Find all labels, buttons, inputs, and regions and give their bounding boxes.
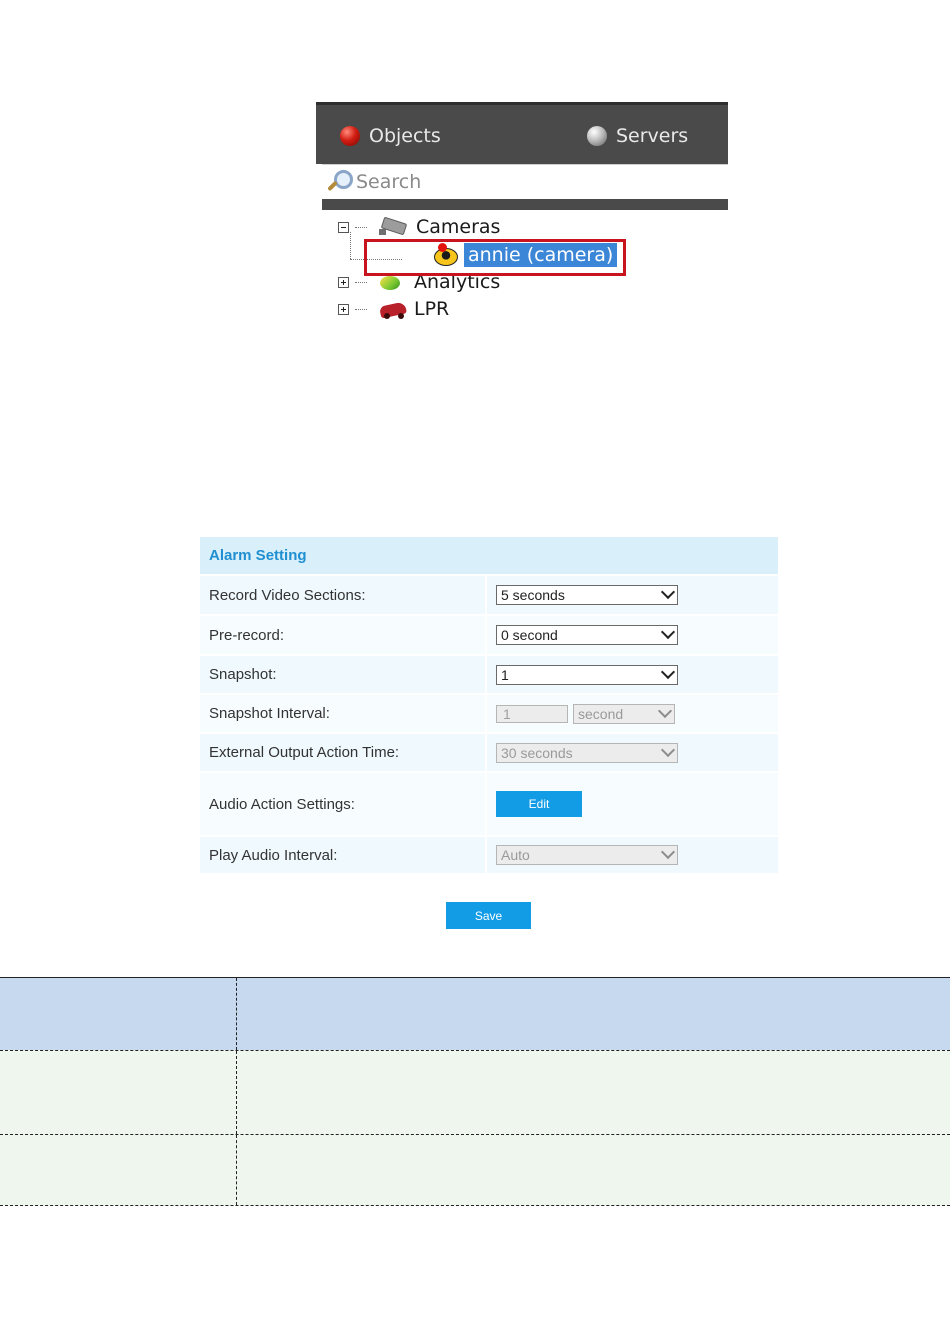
row-audio-action-settings: Audio Action Settings: Edit	[200, 773, 778, 837]
column-divider	[236, 1051, 237, 1134]
record-video-sections-label: Record Video Sections:	[200, 576, 487, 614]
table-header-row	[0, 977, 950, 1050]
alarm-setting-panel: Alarm Setting Record Video Sections: 5 s…	[200, 537, 778, 875]
pre-record-label: Pre-record:	[200, 616, 487, 654]
expand-analytics-icon[interactable]	[338, 277, 349, 288]
save-button[interactable]: Save	[446, 902, 531, 929]
table-row	[0, 1134, 950, 1206]
expand-lpr-icon[interactable]	[338, 304, 349, 315]
record-video-sections-select[interactable]: 5 seconds	[496, 584, 678, 605]
chevron-down-icon	[660, 624, 676, 640]
tree-node-cameras[interactable]: Cameras	[378, 214, 500, 240]
table-row	[0, 1050, 950, 1134]
pre-record-select[interactable]: 0 second	[496, 624, 678, 645]
row-record-video-sections: Record Video Sections: 5 seconds	[200, 576, 778, 616]
play-audio-interval-label: Play Audio Interval:	[200, 837, 487, 873]
external-output-action-time-label: External Output Action Time:	[200, 734, 487, 771]
tree-connector	[355, 282, 367, 283]
snapshot-interval-label: Snapshot Interval:	[200, 695, 487, 732]
snapshot-interval-unit-value: second	[578, 705, 624, 722]
tree-connector	[355, 227, 367, 228]
tree-node-cameras-label: Cameras	[416, 216, 501, 238]
play-audio-interval-select[interactable]: Auto	[496, 844, 678, 865]
camera-group-icon	[378, 216, 408, 237]
snapshot-value: 1	[501, 666, 509, 683]
search-bar	[322, 164, 728, 199]
chevron-down-icon	[660, 742, 676, 757]
chevron-down-icon	[660, 584, 676, 600]
chevron-down-icon	[660, 844, 676, 860]
chevron-down-icon	[660, 664, 676, 679]
tree-node-lpr[interactable]: LPR	[378, 296, 449, 322]
row-pre-record: Pre-record: 0 second	[200, 616, 778, 656]
tree-tab-bar: Objects Servers	[316, 102, 728, 164]
snapshot-interval-input[interactable]: 1	[496, 704, 568, 723]
record-video-sections-value: 5 seconds	[501, 587, 565, 603]
play-audio-interval-value: Auto	[501, 847, 530, 863]
tree-connector	[355, 309, 367, 310]
gray-ball-icon	[587, 126, 607, 146]
row-snapshot: Snapshot: 1	[200, 656, 778, 695]
red-ball-icon	[340, 126, 360, 146]
tab-servers-label: Servers	[616, 125, 689, 147]
separator-bar	[322, 199, 728, 210]
row-play-audio-interval: Play Audio Interval: Auto	[200, 837, 778, 875]
tab-servers[interactable]: Servers	[587, 121, 688, 151]
tree-connector	[350, 232, 351, 259]
column-divider	[236, 1135, 237, 1205]
alarm-setting-title: Alarm Setting	[200, 537, 778, 576]
tab-objects[interactable]: Objects	[340, 121, 441, 151]
bottom-table	[0, 977, 950, 1206]
snapshot-label: Snapshot:	[200, 656, 487, 693]
audio-edit-button[interactable]: Edit	[496, 791, 582, 817]
highlight-annotation-box	[364, 239, 626, 276]
car-icon	[378, 300, 408, 319]
tree-node-lpr-label: LPR	[414, 298, 450, 320]
external-output-action-time-select[interactable]: 30 seconds	[496, 742, 678, 763]
search-icon	[326, 169, 353, 195]
column-divider	[236, 978, 237, 1050]
pre-record-value: 0 second	[501, 627, 558, 643]
snapshot-select[interactable]: 1	[496, 664, 678, 685]
tab-objects-label: Objects	[369, 125, 441, 147]
search-input[interactable]	[356, 171, 696, 193]
collapse-cameras-icon[interactable]	[338, 222, 349, 233]
row-snapshot-interval: Snapshot Interval: 1 second	[200, 695, 778, 734]
audio-action-settings-label: Audio Action Settings:	[200, 773, 487, 835]
chevron-down-icon	[657, 703, 673, 718]
row-external-output-action-time: External Output Action Time: 30 seconds	[200, 734, 778, 773]
snapshot-interval-unit-select[interactable]: second	[573, 703, 675, 724]
external-output-action-time-value: 30 seconds	[501, 744, 573, 761]
